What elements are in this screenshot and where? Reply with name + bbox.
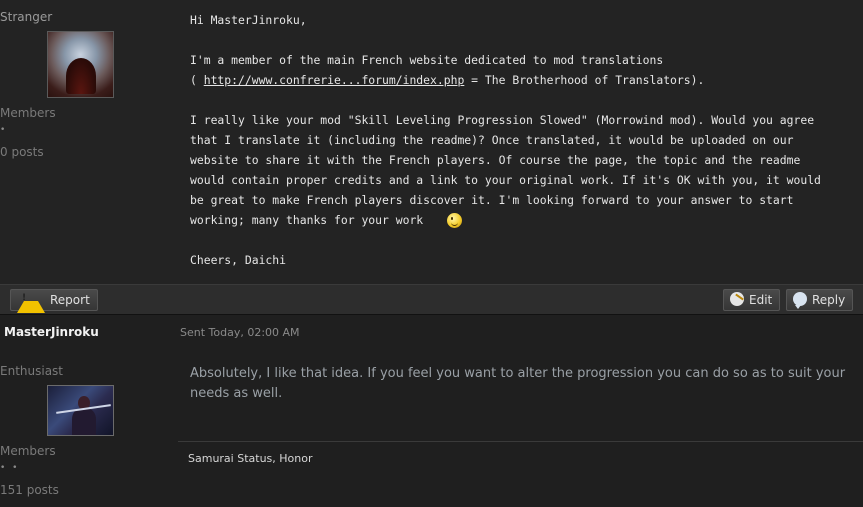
post2-post-count: 151 posts bbox=[0, 483, 59, 497]
post1-closing: Cheers, Daichi bbox=[190, 253, 287, 267]
speech-bubble-icon bbox=[793, 292, 807, 309]
edit-button[interactable]: Edit bbox=[723, 289, 781, 311]
post2-signature: Samurai Status, Honor bbox=[188, 452, 313, 465]
post2-message: Absolutely, I like that idea. If you fee… bbox=[190, 366, 846, 401]
reply-label: Reply bbox=[812, 293, 846, 307]
post1-rank-pip: • bbox=[0, 125, 8, 135]
post1-post-count: 0 posts bbox=[0, 145, 44, 159]
post1-rank: Members bbox=[0, 106, 56, 120]
message-post-1: Stranger Members • 0 posts Hi MasterJinr… bbox=[0, 0, 863, 284]
post1-para1-pre: ( bbox=[190, 73, 204, 87]
reply-button[interactable]: Reply bbox=[786, 289, 854, 311]
post2-timestamp: Sent Today, 02:00 AM bbox=[180, 326, 300, 339]
post1-message: Hi MasterJinroku, I'm a member of the ma… bbox=[190, 10, 850, 270]
post-action-bar: Report Edit Reply bbox=[0, 284, 863, 315]
post2-rank-pips: • • bbox=[0, 463, 20, 473]
post2-rank: Enthusiast bbox=[0, 364, 63, 378]
edit-icon bbox=[730, 292, 744, 306]
warning-icon bbox=[17, 287, 45, 313]
post1-author[interactable]: Stranger bbox=[0, 10, 160, 24]
post1-para2: I really like your mod "Skill Leveling P… bbox=[190, 113, 821, 227]
post2-avatar[interactable] bbox=[47, 385, 114, 436]
translators-forum-link[interactable]: http://www.confrerie...forum/index.php bbox=[204, 73, 465, 87]
signature-divider bbox=[178, 441, 863, 442]
post2-author[interactable]: MasterJinroku bbox=[4, 325, 99, 339]
post1-greeting: Hi MasterJinroku, bbox=[190, 13, 307, 27]
post1-para1-post: = The Brotherhood of Translators). bbox=[464, 73, 705, 87]
avatar-body bbox=[72, 408, 96, 435]
post1-para1-line1: I'm a member of the main French website … bbox=[190, 53, 664, 67]
edit-label: Edit bbox=[749, 293, 773, 307]
post1-avatar[interactable] bbox=[47, 31, 114, 98]
avatar-figure bbox=[66, 58, 96, 94]
wink-smiley-icon bbox=[447, 213, 463, 228]
report-label: Report bbox=[50, 293, 90, 307]
post2-group: Members bbox=[0, 444, 56, 458]
report-button[interactable]: Report bbox=[10, 287, 98, 313]
